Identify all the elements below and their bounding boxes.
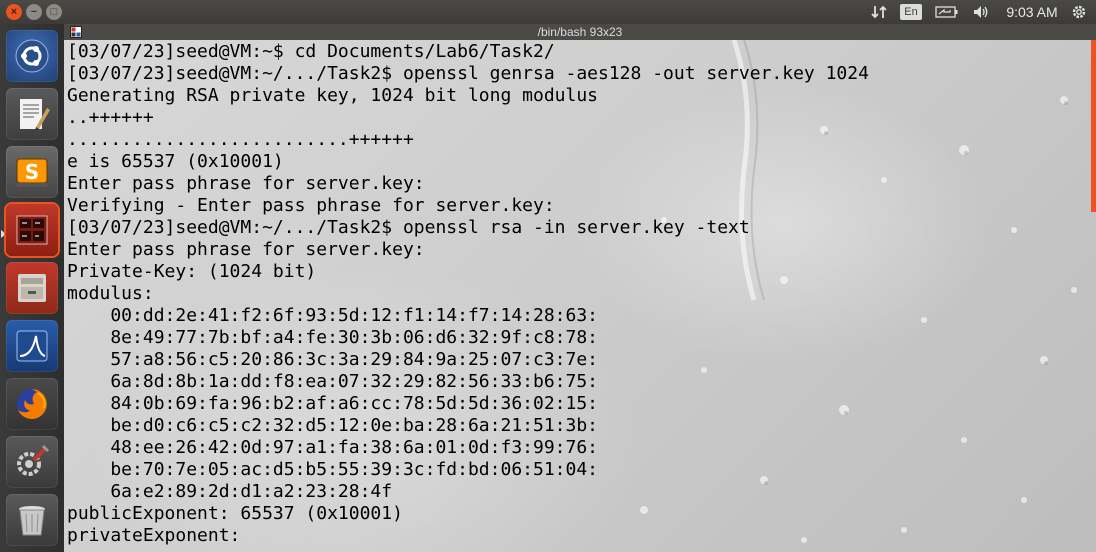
terminal-line: 6a:e2:89:2d:d1:a2:23:28:4f	[67, 481, 393, 502]
terminal-line: 00:dd:2e:41:f2:6f:93:5d:12:f1:14:f7:14:2…	[67, 305, 599, 326]
launcher: S	[0, 24, 65, 552]
terminal-line: publicExponent: 65537 (0x10001)	[67, 503, 403, 524]
terminal-window[interactable]: /bin/bash 93x23 [03/07/23]seed@VM:~$ cd …	[64, 24, 1096, 552]
terminal-title: /bin/bash 93x23	[537, 25, 623, 39]
minimize-window-button[interactable]: −	[26, 4, 42, 20]
terminal-menu-icon[interactable]	[70, 26, 82, 38]
terminal-line: be:70:7e:05:ac:d5:b5:55:39:3c:fd:bd:06:5…	[67, 459, 599, 480]
terminal-line: ..........................++++++	[67, 129, 414, 150]
volume-icon[interactable]	[970, 0, 992, 24]
firefox-icon[interactable]	[6, 378, 58, 430]
battery-icon[interactable]	[932, 0, 962, 24]
terminal-line: [03/07/23]seed@VM:~/.../Task2$ openssl r…	[67, 217, 750, 238]
terminal-scrollbar[interactable]	[1091, 40, 1096, 212]
clock[interactable]: 9:03 AM	[1004, 0, 1060, 24]
trash-icon[interactable]	[6, 494, 58, 546]
terminal-output[interactable]: [03/07/23]seed@VM:~$ cd Documents/Lab6/T…	[67, 41, 869, 547]
terminal-titlebar: /bin/bash 93x23	[64, 24, 1096, 40]
session-gear-icon[interactable]	[1068, 0, 1090, 24]
terminal-line: Private-Key: (1024 bit)	[67, 261, 317, 282]
terminal-line: [03/07/23]seed@VM:~$ cd Documents/Lab6/T…	[67, 41, 555, 62]
maximize-window-button[interactable]: □	[46, 4, 62, 20]
terminal-line: [03/07/23]seed@VM:~/.../Task2$ openssl g…	[67, 63, 869, 84]
terminal-app-icon[interactable]	[6, 204, 58, 256]
sublime-text-icon[interactable]: S	[6, 146, 58, 198]
top-panel: × − □ En 9:03 AM	[0, 0, 1096, 24]
terminal-line: 84:0b:69:fa:96:b2:af:a6:cc:78:5d:5d:36:0…	[67, 393, 599, 414]
keyboard-language-indicator[interactable]: En	[900, 4, 922, 20]
ubuntu-dash-icon[interactable]	[6, 30, 58, 82]
terminal-line: Verifying - Enter pass phrase for server…	[67, 195, 555, 216]
terminal-line: Enter pass phrase for server.key:	[67, 173, 425, 194]
terminal-line: modulus:	[67, 283, 154, 304]
terminal-line: 48:ee:26:42:0d:97:a1:fa:38:6a:01:0d:f3:9…	[67, 437, 599, 458]
terminal-line: be:d0:c6:c5:c2:32:d5:12:0e:ba:28:6a:21:5…	[67, 415, 599, 436]
terminal-line: 6a:8d:8b:1a:dd:f8:ea:07:32:29:82:56:33:b…	[67, 371, 599, 392]
close-window-button[interactable]: ×	[6, 4, 22, 20]
text-editor-icon[interactable]	[6, 88, 58, 140]
wireshark-icon[interactable]	[6, 320, 58, 372]
terminal-line: 57:a8:56:c5:20:86:3c:3a:29:84:9a:25:07:c…	[67, 349, 599, 370]
terminal-line: privateExponent:	[67, 525, 241, 546]
file-manager-icon[interactable]	[6, 262, 58, 314]
network-arrows-icon[interactable]	[869, 0, 889, 24]
terminal-line: Enter pass phrase for server.key:	[67, 239, 425, 260]
terminal-line: ..++++++	[67, 107, 154, 128]
terminal-line: e is 65537 (0x10001)	[67, 151, 284, 172]
system-settings-icon[interactable]	[6, 436, 58, 488]
svg-text:S: S	[25, 160, 39, 184]
terminal-line: Generating RSA private key, 1024 bit lon…	[67, 85, 599, 106]
terminal-line: 8e:49:77:7b:bf:a4:fe:30:3b:06:d6:32:9f:c…	[67, 327, 599, 348]
